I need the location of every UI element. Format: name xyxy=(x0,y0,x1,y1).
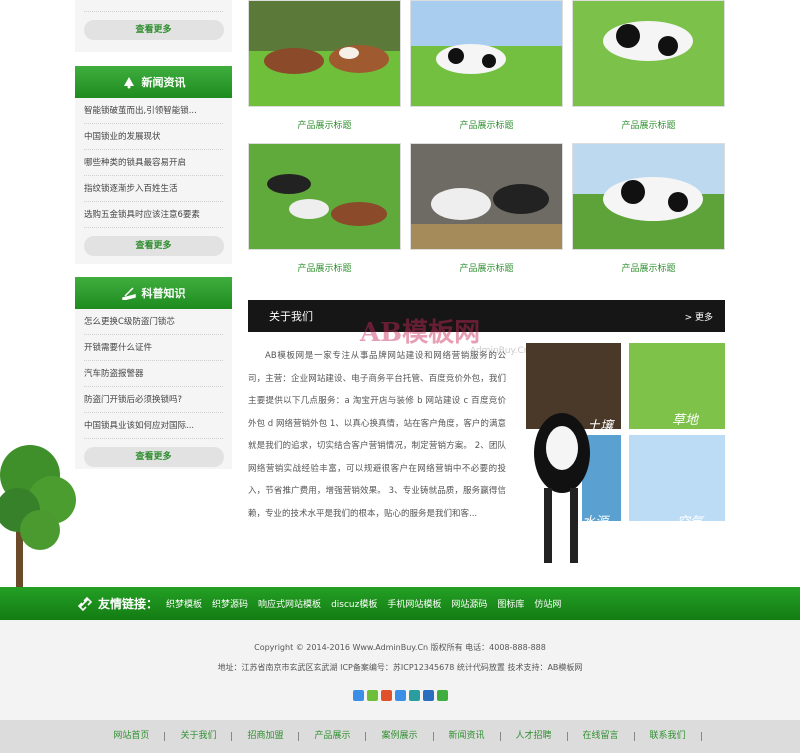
sidebar-top-box: 查看更多 xyxy=(75,0,232,52)
friend-link[interactable]: discuz模板 xyxy=(331,597,377,610)
product-caption[interactable]: 产品展示标题 xyxy=(572,261,725,274)
about-more-link[interactable]: > 更多 xyxy=(685,310,713,323)
knowledge-item[interactable]: 防盗门开锁后必须换锁吗? xyxy=(84,387,223,413)
nav-link[interactable]: 招商加盟 xyxy=(232,732,300,741)
news-item[interactable]: 哪些种类的锁具最容易开启 xyxy=(84,150,223,176)
news-box: 新闻资讯 智能锁破茧而出,引领智能锁... 中国锁业的发展现状 哪些种类的锁具最… xyxy=(75,66,232,264)
product-card[interactable]: 产品展示标题 xyxy=(248,0,401,131)
share-qzone-icon[interactable] xyxy=(353,690,364,701)
tree-image xyxy=(0,445,76,588)
product-card[interactable]: 产品展示标题 xyxy=(572,0,725,131)
share-icons xyxy=(353,690,448,701)
knowledge-item[interactable]: 开锁需要什么证件 xyxy=(84,335,223,361)
knowledge-box: 科普知识 怎么更换C级防盗门锁芯 开锁需要什么证件 汽车防盗报警器 防盗门开锁后… xyxy=(75,277,232,469)
nav-link[interactable]: 人才招聘 xyxy=(501,732,568,741)
product-caption[interactable]: 产品展示标题 xyxy=(410,261,563,274)
panel-label: 水源 xyxy=(582,515,609,530)
product-image[interactable] xyxy=(410,143,563,250)
copyright-line: Copyright © 2014-2016 Www.AdminBuy.Cn 版权… xyxy=(254,643,546,652)
knowledge-title: 科普知识 xyxy=(141,287,186,300)
footer: Copyright © 2014-2016 Www.AdminBuy.Cn 版权… xyxy=(0,620,800,720)
nav-link[interactable]: 关于我们 xyxy=(165,732,233,741)
product-card[interactable]: 产品展示标题 xyxy=(410,143,563,274)
bell-icon xyxy=(123,77,134,89)
friend-links-title: 友情链接： xyxy=(98,597,159,611)
product-card[interactable]: 产品展示标题 xyxy=(572,143,725,274)
product-card[interactable]: 产品展示标题 xyxy=(248,143,401,274)
friend-link[interactable]: 图标库 xyxy=(497,597,524,610)
panel-label: 空气 xyxy=(677,515,704,530)
share-wechat-icon[interactable] xyxy=(437,690,448,701)
watermark-sub: AdminBuy.Cn xyxy=(470,346,530,356)
knowledge-header: 科普知识 xyxy=(75,277,232,309)
news-title: 新闻资讯 xyxy=(141,76,186,89)
about-header: 关于我们 > 更多 xyxy=(248,300,725,332)
page: 查看更多 新闻资讯 智能锁破茧而出,引领智能锁... 中国锁业的发展现状 哪些种… xyxy=(0,0,800,753)
knowledge-list: 怎么更换C级防盗门锁芯 开锁需要什么证件 汽车防盗报警器 防盗门开锁后必须换锁吗… xyxy=(75,309,232,439)
nav-link[interactable]: 案例展示 xyxy=(366,732,434,741)
news-item[interactable]: 指纹锁逐渐步入百姓生活 xyxy=(84,176,223,202)
news-more-button[interactable]: 查看更多 xyxy=(83,236,224,256)
news-list: 智能锁破茧而出,引领智能锁... 中国锁业的发展现状 哪些种类的锁具最容易开启 … xyxy=(75,98,232,228)
product-image[interactable] xyxy=(572,143,725,250)
link-icon xyxy=(77,596,93,611)
news-header: 新闻资讯 xyxy=(75,66,232,98)
about-image: 土壤 草地 水源 空气 xyxy=(522,343,727,565)
about-title: 关于我们 xyxy=(269,310,313,323)
product-card[interactable]: 产品展示标题 xyxy=(410,0,563,131)
share-renren-icon[interactable] xyxy=(395,690,406,701)
friend-link[interactable]: 织梦模板 xyxy=(166,597,202,610)
nav-link[interactable]: 联系我们 xyxy=(635,732,702,741)
nav-link[interactable]: 网站首页 xyxy=(98,732,166,741)
news-item[interactable]: 中国锁业的发展现状 xyxy=(84,124,223,150)
friend-link[interactable]: 网站源码 xyxy=(451,597,487,610)
address-line: 地址：江苏省南京市玄武区玄武湖 ICP备案编号：苏ICP12345678 统计代… xyxy=(217,663,583,672)
knowledge-item[interactable]: 汽车防盗报警器 xyxy=(84,361,223,387)
knowledge-item[interactable]: 怎么更换C级防盗门锁芯 xyxy=(84,309,223,335)
panel-label: 草地 xyxy=(672,413,699,428)
friend-links-bar: 友情链接： 织梦模板 织梦源码 响应式网站模板 discuz模板 手机网站模板 … xyxy=(0,587,800,620)
knowledge-more-button[interactable]: 查看更多 xyxy=(83,447,224,467)
product-image[interactable] xyxy=(572,0,725,107)
nav-link[interactable]: 新闻资讯 xyxy=(434,732,501,741)
knowledge-item[interactable]: 中国锁具业该如何应对国际... xyxy=(84,413,223,439)
news-item[interactable]: 选购五金锁具时应该注意6要素 xyxy=(84,202,223,228)
product-caption[interactable]: 产品展示标题 xyxy=(248,261,401,274)
friend-link[interactable]: 仿站网 xyxy=(534,597,561,610)
nav-link[interactable]: 产品展示 xyxy=(299,732,367,741)
about-text: AB模板网是一家专注从事品牌网站建设和网络营销服务的公司，主营：企业网站建设、电… xyxy=(248,351,506,519)
product-image[interactable] xyxy=(248,0,401,107)
product-image[interactable] xyxy=(248,143,401,250)
top-more-button[interactable]: 查看更多 xyxy=(83,20,224,40)
share-kaixin-icon[interactable] xyxy=(423,690,434,701)
friend-link[interactable]: 手机网站模板 xyxy=(387,597,441,610)
product-caption[interactable]: 产品展示标题 xyxy=(410,118,563,131)
friend-link[interactable]: 响应式网站模板 xyxy=(258,597,321,610)
product-caption[interactable]: 产品展示标题 xyxy=(248,118,401,131)
share-weibo-icon[interactable] xyxy=(367,690,378,701)
product-image[interactable] xyxy=(410,0,563,107)
bottom-nav: 网站首页 关于我们 招商加盟 产品展示 案例展示 新闻资讯 人才招聘 在线留言 … xyxy=(0,720,800,753)
panel-label: 土壤 xyxy=(587,419,614,434)
watermark-logo: AB模板网 xyxy=(360,318,481,348)
book-icon xyxy=(121,287,136,300)
product-caption[interactable]: 产品展示标题 xyxy=(572,118,725,131)
friend-link[interactable]: 织梦源码 xyxy=(212,597,248,610)
news-item[interactable]: 智能锁破茧而出,引领智能锁... xyxy=(84,98,223,124)
share-douban-icon[interactable] xyxy=(409,690,420,701)
nav-link[interactable]: 在线留言 xyxy=(568,732,635,741)
share-tqq-icon[interactable] xyxy=(381,690,392,701)
